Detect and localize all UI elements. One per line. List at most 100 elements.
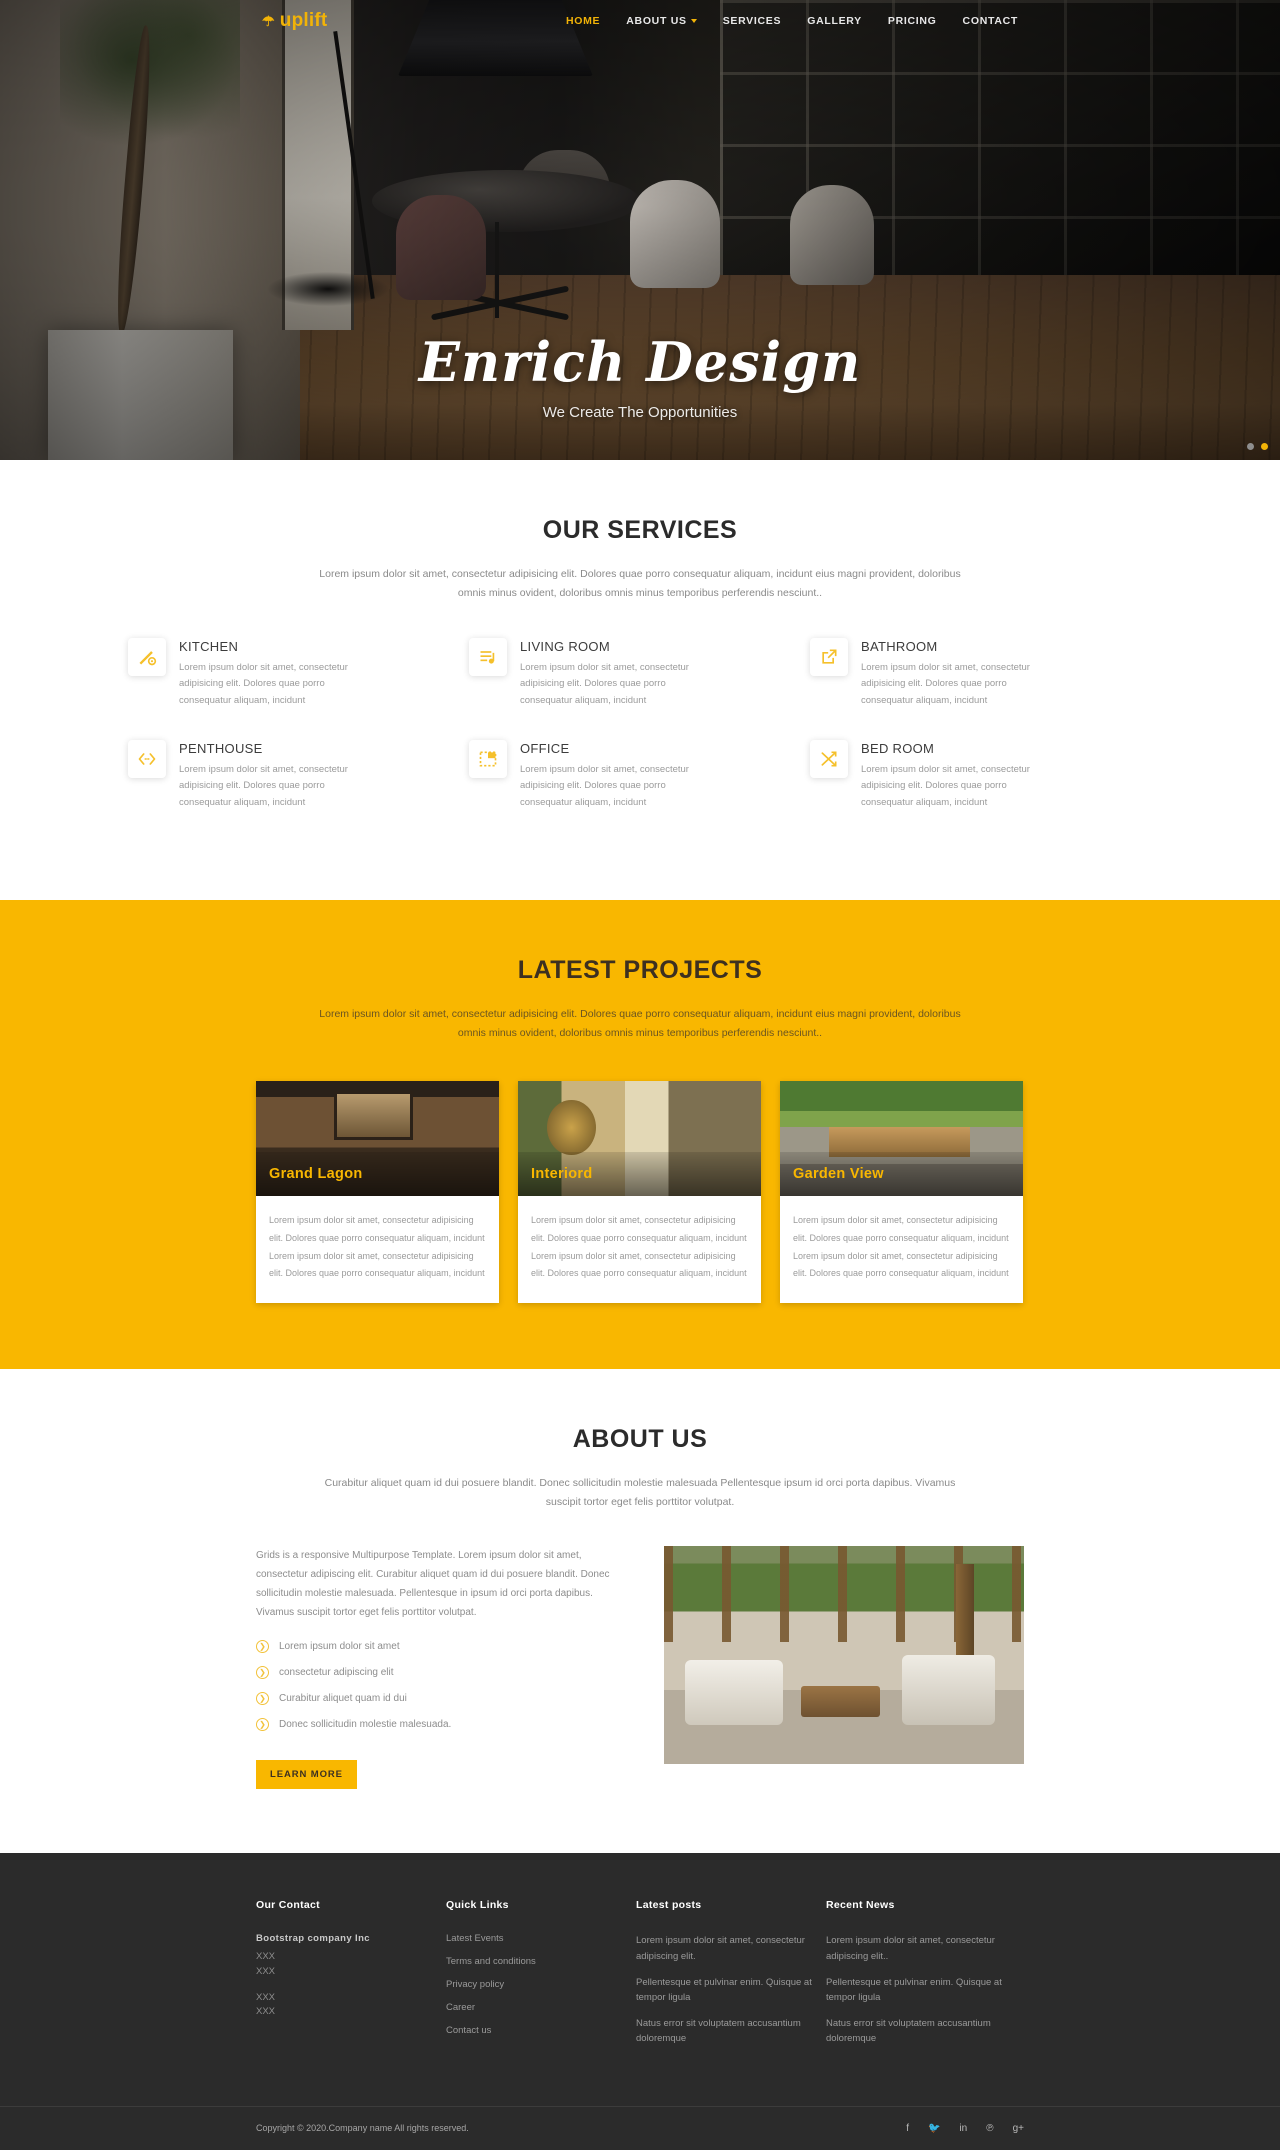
about-lead: Curabitur aliquet quam id dui posuere bl…	[324, 1476, 956, 1509]
services-section: OUR SERVICES Lorem ipsum dolor sit amet,…	[0, 460, 1280, 900]
list-item: ❯ Lorem ipsum dolor sit amet	[256, 1640, 630, 1654]
footer-col-latest-posts: Latest posts Lorem ipsum dolor sit amet,…	[636, 1899, 826, 2057]
carousel-dot-2[interactable]	[1261, 443, 1268, 450]
service-title: OFFICE	[520, 740, 570, 756]
playlist-music-icon	[469, 637, 507, 676]
service-card-bed-room[interactable]: BED ROOM Lorem ipsum dolor sit amet, con…	[810, 739, 1151, 812]
ruler-gear-icon	[128, 637, 166, 676]
service-text: Lorem ipsum dolor sit amet, consectetur …	[861, 661, 1030, 707]
footer-link-terms[interactable]: Terms and conditions	[446, 1956, 636, 1967]
list-item-label: Donec sollicitudin molestie malesuada.	[279, 1719, 452, 1731]
footer-post: Natus error sit voluptatem accusantium d…	[636, 2018, 801, 2045]
service-card-living-room[interactable]: LIVING ROOM Lorem ipsum dolor sit amet, …	[469, 637, 810, 710]
footer-contact-line: XXX	[256, 1965, 276, 1977]
about-photo-table	[800, 1685, 880, 1717]
project-text: Lorem ipsum dolor sit amet, consectetur …	[793, 1215, 1009, 1279]
chevron-right-circle-icon: ❯	[256, 1718, 269, 1732]
about-photo-sofa-left	[685, 1659, 783, 1726]
services-grid: KITCHEN Lorem ipsum dolor sit amet, cons…	[128, 637, 1152, 842]
project-card[interactable]: Interiord Lorem ipsum dolor sit amet, co…	[518, 1081, 761, 1303]
hero-text-block: Enrich Design We Create The Opportunitie…	[0, 330, 1280, 421]
nav-item-pricing[interactable]: PRICING	[888, 15, 937, 27]
nav-item-about-us[interactable]: ABOUT US	[626, 15, 697, 27]
service-text: Lorem ipsum dolor sit amet, consectetur …	[520, 763, 689, 808]
footer-heading: Latest posts	[636, 1899, 702, 1912]
project-image: Garden View	[780, 1081, 1023, 1197]
footer-news: Pellentesque et pulvinar enim. Quisque a…	[826, 1976, 1002, 2004]
project-card[interactable]: Grand Lagon Lorem ipsum dolor sit amet, …	[256, 1081, 499, 1303]
nav-item-home[interactable]: HOME	[566, 15, 600, 27]
services-lead: Lorem ipsum dolor sit amet, consectetur …	[319, 568, 961, 600]
linkedin-icon[interactable]: in	[959, 2123, 967, 2134]
footer-col-contact: Our Contact Bootstrap company Inc XXX XX…	[256, 1899, 446, 2057]
service-card-office[interactable]: OFFICE Lorem ipsum dolor sit amet, conse…	[469, 739, 810, 812]
project-caption: Grand Lagon	[269, 1166, 363, 1183]
hero-subtitle: We Create The Opportunities	[542, 404, 738, 421]
footer-heading: Quick Links	[446, 1899, 509, 1912]
nav-item-services[interactable]: SERVICES	[723, 15, 782, 27]
projects-lead: Lorem ipsum dolor sit amet, consectetur …	[319, 1007, 961, 1040]
list-item-label: consectetur adipiscing elit	[279, 1667, 394, 1679]
about-row: Grids is a responsive Multipurpose Templ…	[256, 1546, 1024, 1790]
projects-grid: Grand Lagon Lorem ipsum dolor sit amet, …	[256, 1081, 1024, 1303]
project-text: Lorem ipsum dolor sit amet, consectetur …	[531, 1215, 747, 1279]
hero-title: Enrich Design	[418, 330, 862, 394]
project-card[interactable]: Garden View Lorem ipsum dolor sit amet, …	[780, 1081, 1023, 1303]
code-brackets-icon	[128, 739, 166, 778]
chevron-down-icon	[690, 19, 697, 24]
nav-item-gallery[interactable]: GALLERY	[807, 15, 862, 27]
services-title: OUR SERVICES	[542, 516, 738, 544]
page-root: ☂ uplift HOME ABOUT US SERVICES GALLERY …	[0, 0, 1280, 2150]
service-title: PENTHOUSE	[179, 740, 263, 756]
social-links: f 🐦 in ℗ g+	[906, 2123, 1024, 2134]
pinterest-icon[interactable]: ℗	[986, 2123, 993, 2134]
list-item: ❯ Donec sollicitudin molestie malesuada.	[256, 1718, 630, 1732]
footer-post: Pellentesque et pulvinar enim. Quisque a…	[636, 1976, 812, 2004]
service-card-kitchen[interactable]: KITCHEN Lorem ipsum dolor sit amet, cons…	[128, 637, 469, 710]
brand-name: uplift	[279, 10, 328, 31]
project-caption: Garden View	[793, 1166, 884, 1183]
footer-link-contact-us[interactable]: Contact us	[446, 2025, 636, 2036]
service-text: Lorem ipsum dolor sit amet, consectetur …	[520, 661, 689, 707]
nav-item-contact[interactable]: CONTACT	[963, 15, 1018, 27]
footer-bottom-bar: Copyright © 2020.Company name All rights…	[0, 2105, 1280, 2150]
project-caption-bar: Interiord	[518, 1152, 761, 1197]
service-title: BED ROOM	[861, 740, 935, 756]
footer-col-quick-links: Quick Links Latest Events Terms and cond…	[446, 1899, 636, 2057]
about-section: ABOUT US Curabitur aliquet quam id dui p…	[0, 1369, 1280, 1854]
footer-contact-line: XXX	[256, 1951, 276, 1963]
about-paragraph: Grids is a responsive Multipurpose Templ…	[256, 1550, 610, 1619]
about-left-column: Grids is a responsive Multipurpose Templ…	[256, 1546, 630, 1790]
chevron-right-circle-icon: ❯	[256, 1692, 269, 1706]
footer-news: Natus error sit voluptatem accusantium d…	[826, 2018, 991, 2045]
footer-link-career[interactable]: Career	[446, 2002, 636, 2013]
service-text: Lorem ipsum dolor sit amet, consectetur …	[861, 763, 1030, 808]
footer-company-name: Bootstrap company Inc	[256, 1933, 370, 1945]
chevron-right-circle-icon: ❯	[256, 1640, 269, 1654]
service-text: Lorem ipsum dolor sit amet, consectetur …	[179, 661, 348, 707]
project-caption: Interiord	[531, 1166, 593, 1183]
service-card-bathroom[interactable]: BATHROOM Lorem ipsum dolor sit amet, con…	[810, 637, 1151, 710]
twitter-icon[interactable]: 🐦	[928, 2123, 940, 2134]
service-card-penthouse[interactable]: PENTHOUSE Lorem ipsum dolor sit amet, co…	[128, 739, 469, 812]
brand-logo[interactable]: ☂ uplift	[262, 10, 327, 32]
carousel-dots	[1247, 443, 1268, 450]
carousel-dot-1[interactable]	[1247, 443, 1254, 450]
nav-links: HOME ABOUT US SERVICES GALLERY PRICING C…	[566, 15, 1018, 27]
umbrella-icon: ☂	[262, 13, 275, 29]
copyright-text: Copyright © 2020.Company name All rights…	[256, 2123, 469, 2134]
footer-link-latest-events[interactable]: Latest Events	[446, 1933, 636, 1944]
projects-title: LATEST PROJECTS	[517, 955, 763, 984]
learn-more-button[interactable]: LEARN MORE	[256, 1760, 357, 1790]
facebook-icon[interactable]: f	[906, 2123, 909, 2134]
about-image	[663, 1546, 1024, 1765]
service-title: KITCHEN	[179, 638, 239, 654]
footer-columns: Our Contact Bootstrap company Inc XXX XX…	[256, 1853, 1024, 2105]
google-plus-icon[interactable]: g+	[1013, 2123, 1024, 2134]
footer-contact-line: XXX	[256, 1991, 276, 2003]
footer-heading: Recent News	[826, 1899, 895, 1912]
footer-col-recent-news: Recent News Lorem ipsum dolor sit amet, …	[826, 1899, 1016, 2057]
service-title: LIVING ROOM	[520, 638, 610, 654]
hero-section: ☂ uplift HOME ABOUT US SERVICES GALLERY …	[0, 0, 1280, 460]
footer-link-privacy[interactable]: Privacy policy	[446, 1979, 636, 1990]
